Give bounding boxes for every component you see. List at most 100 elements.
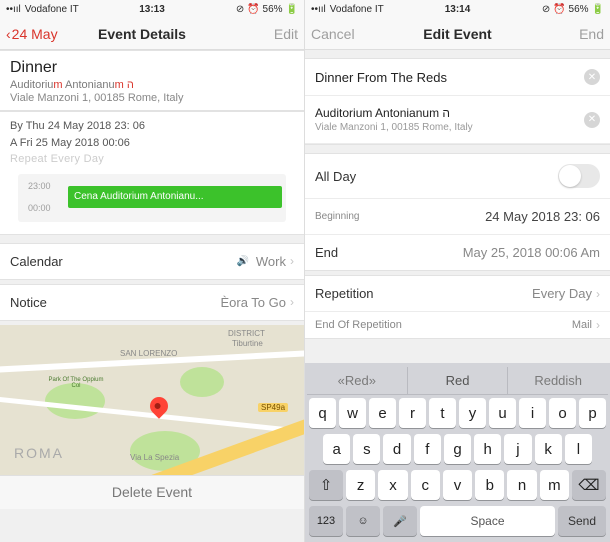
key-a[interactable]: a	[323, 434, 350, 464]
location-address: Viale Manzoni 1, 00185 Rome, Italy	[315, 122, 584, 133]
sound-icon: 🔊	[236, 256, 248, 267]
event-location: Auditorium Antonianum ה	[10, 79, 294, 91]
key-emoji[interactable]: ☺	[346, 506, 380, 536]
location-input[interactable]: Auditorium Antonianum ה	[315, 106, 584, 120]
key-space[interactable]: Space	[420, 506, 555, 536]
time-mark-2: 00:00	[28, 202, 51, 216]
nav-bar: Cancel Edit Event End	[305, 18, 610, 50]
done-button[interactable]: End	[579, 26, 604, 42]
end-label: End	[315, 245, 338, 260]
key-q[interactable]: q	[309, 398, 336, 428]
key-y[interactable]: y	[459, 398, 486, 428]
mic-icon: 🎤	[393, 515, 407, 528]
event-time-block: By Thu 24 May 2018 23: 06 A Fri 25 May 2…	[0, 111, 304, 235]
back-button[interactable]: ‹ 24 May	[6, 26, 58, 42]
calendar-value: Work	[256, 254, 286, 269]
cancel-button[interactable]: Cancel	[311, 26, 355, 42]
begin-label: Beginning	[315, 211, 359, 222]
key-l[interactable]: l	[565, 434, 592, 464]
end-row[interactable]: End May 25, 2018 00:06 Am	[305, 234, 610, 270]
notice-label: Notice	[10, 295, 47, 310]
key-mic[interactable]: 🎤	[383, 506, 417, 536]
from-label: By Thu 24 May 2018 23: 06	[10, 118, 294, 135]
keyboard: «Red» Red Reddish q w e r t y u i o p a …	[305, 363, 610, 542]
key-v[interactable]: v	[443, 470, 472, 500]
map-park-label: Park Of The Oppium Col	[46, 377, 106, 389]
suggestion-1[interactable]: «Red»	[307, 367, 408, 394]
key-s[interactable]: s	[353, 434, 380, 464]
end-value: May 25, 2018 00:06 Am	[463, 245, 600, 260]
key-z[interactable]: z	[346, 470, 375, 500]
key-g[interactable]: g	[444, 434, 471, 464]
map-neighborhood-1: SAN LORENZO	[120, 349, 177, 358]
key-h[interactable]: h	[474, 434, 501, 464]
key-u[interactable]: u	[489, 398, 516, 428]
all-day-toggle[interactable]	[558, 164, 600, 188]
all-day-row[interactable]: All Day	[305, 154, 610, 198]
key-t[interactable]: t	[429, 398, 456, 428]
key-i[interactable]: i	[519, 398, 546, 428]
status-bar: ••ııl Vodafone IT 13:13 ⊘ ⏰ 56% 🔋	[0, 0, 304, 18]
map-preview[interactable]: ROMA SAN LORENZO DISTRICT Tiburtine SP49…	[0, 325, 304, 475]
suggestion-3[interactable]: Reddish	[508, 367, 608, 394]
delete-event-button[interactable]: Delete Event	[0, 475, 304, 509]
keyboard-suggestions: «Red» Red Reddish	[307, 367, 608, 395]
chevron-left-icon: ‹	[6, 26, 11, 42]
key-backspace[interactable]: ⌫	[572, 470, 606, 500]
map-street-label: Via La Spezia	[130, 453, 179, 462]
backspace-icon: ⌫	[578, 476, 599, 494]
chevron-right-icon: ›	[290, 254, 294, 268]
begin-value: 24 May 2018 23: 06	[485, 209, 600, 224]
clear-title-button[interactable]: ✕	[584, 69, 600, 85]
key-w[interactable]: w	[339, 398, 366, 428]
all-day-label: All Day	[315, 169, 356, 184]
time-mark-1: 23:00	[28, 180, 51, 194]
suggestion-2[interactable]: Red	[408, 367, 509, 394]
key-shift[interactable]: ⇧	[309, 470, 343, 500]
key-k[interactable]: k	[535, 434, 562, 464]
key-send[interactable]: Send	[558, 506, 606, 536]
chevron-right-icon: ›	[290, 295, 294, 309]
nav-bar: ‹ 24 May Event Details Edit	[0, 18, 304, 50]
status-bar: ••ııl Vodafone IT 13:14 ⊘ ⏰ 56% 🔋	[305, 0, 610, 18]
map-city-label: ROMA	[14, 445, 64, 461]
key-r[interactable]: r	[399, 398, 426, 428]
key-j[interactable]: j	[504, 434, 531, 464]
event-slot[interactable]: Cena Auditorium Antonianu...	[68, 186, 282, 208]
title-input-row[interactable]: Dinner From The Reds ✕	[305, 59, 610, 96]
key-e[interactable]: e	[369, 398, 396, 428]
clock-label: 13:13	[0, 4, 304, 15]
event-title: Dinner	[10, 59, 294, 77]
repetition-row[interactable]: Repetition Every Day›	[305, 276, 610, 311]
key-b[interactable]: b	[475, 470, 504, 500]
key-c[interactable]: c	[411, 470, 440, 500]
event-header: Dinner Auditorium Antonianum ה Viale Man…	[0, 50, 304, 111]
key-m[interactable]: m	[540, 470, 569, 500]
clock-label: 13:14	[305, 4, 610, 15]
notice-row[interactable]: Notice Èora To Go›	[0, 285, 304, 320]
delete-label: Delete Event	[112, 484, 192, 500]
repetition-end-row[interactable]: End Of Repetition Mail ›	[305, 311, 610, 338]
key-f[interactable]: f	[414, 434, 441, 464]
edit-button[interactable]: Edit	[274, 26, 298, 42]
repetition-end-label: End Of Repetition	[315, 319, 402, 331]
map-district-label: DISTRICT	[228, 329, 265, 338]
begin-row[interactable]: Beginning 24 May 2018 23: 06	[305, 198, 610, 234]
shift-icon: ⇧	[320, 476, 333, 494]
key-p[interactable]: p	[579, 398, 606, 428]
repetition-label: Repetition	[315, 286, 374, 301]
clear-location-button[interactable]: ✕	[584, 112, 600, 128]
key-n[interactable]: n	[507, 470, 536, 500]
calendar-row[interactable]: Calendar 🔊 Work ›	[0, 244, 304, 279]
location-input-row[interactable]: Auditorium Antonianum ה Viale Manzoni 1,…	[305, 96, 610, 144]
edit-event-screen: ••ııl Vodafone IT 13:14 ⊘ ⏰ 56% 🔋 Cancel…	[305, 0, 610, 542]
key-d[interactable]: d	[383, 434, 410, 464]
chevron-right-icon: ›	[596, 318, 600, 332]
repetition-end-value: Mail	[572, 319, 592, 331]
title-input[interactable]: Dinner From The Reds	[315, 70, 584, 85]
key-x[interactable]: x	[378, 470, 407, 500]
timeline-preview: 23:00 00:00 Cena Auditorium Antonianu...	[18, 174, 286, 222]
calendar-label: Calendar	[10, 254, 63, 269]
key-numbers[interactable]: 123	[309, 506, 343, 536]
key-o[interactable]: o	[549, 398, 576, 428]
